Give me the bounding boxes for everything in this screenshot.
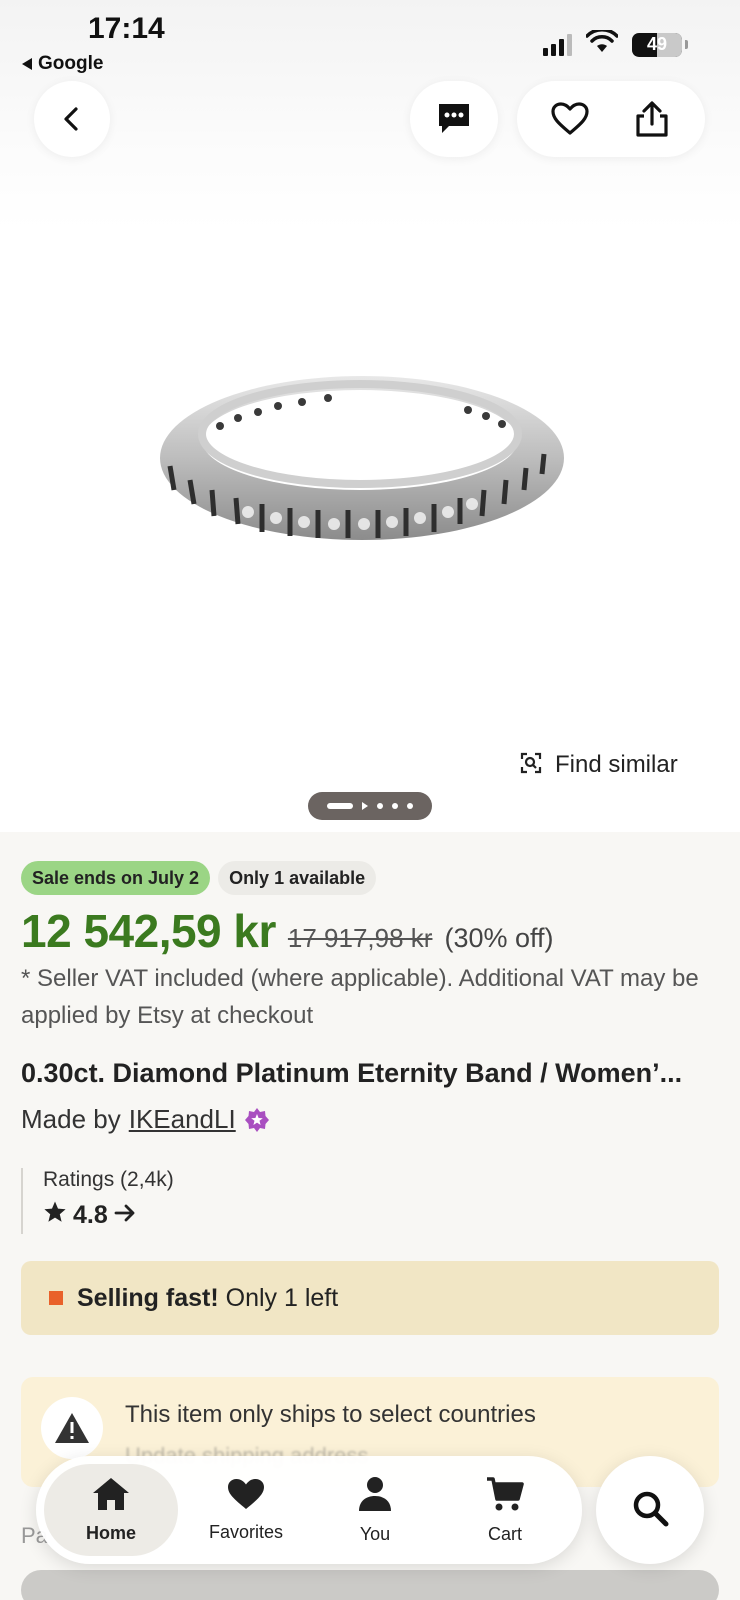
pager-current bbox=[327, 803, 353, 809]
selling-fast-bold: Selling fast! bbox=[77, 1283, 219, 1312]
search-icon bbox=[630, 1488, 670, 1533]
back-to-app[interactable]: Google bbox=[22, 53, 103, 75]
status-icons: 49 bbox=[543, 28, 688, 59]
ratings-label: Ratings (2,4k) bbox=[43, 1168, 174, 1191]
vat-note: * Seller VAT included (where applicable)… bbox=[21, 965, 699, 1029]
tab-favorites[interactable]: Favorites bbox=[179, 1464, 313, 1556]
listing-title[interactable]: 0.30ct. Diamond Platinum Eternity Band /… bbox=[21, 1058, 721, 1089]
find-similar-label: Find similar bbox=[555, 751, 678, 778]
person-icon bbox=[356, 1475, 394, 1518]
tab-you-label: You bbox=[359, 1524, 391, 1544]
tab-cart-label: Cart bbox=[487, 1524, 522, 1544]
favorite-share-group bbox=[517, 81, 705, 157]
shop-name-link[interactable]: IKEandLI bbox=[129, 1104, 236, 1135]
back-triangle-icon bbox=[22, 58, 32, 70]
warning-icon bbox=[41, 1397, 103, 1459]
search-button[interactable] bbox=[596, 1456, 704, 1564]
shipping-notice-text: This item only ships to select countries bbox=[125, 1401, 536, 1428]
battery-cap bbox=[685, 40, 688, 49]
rating-value: 4.8 bbox=[73, 1201, 108, 1229]
cart-icon bbox=[485, 1475, 525, 1518]
pager-dot bbox=[377, 803, 383, 809]
pager-dot bbox=[407, 803, 413, 809]
made-by-prefix: Made by bbox=[21, 1104, 121, 1134]
price-current: 12 542,59 kr bbox=[21, 905, 276, 957]
heart-outline-icon[interactable] bbox=[548, 97, 592, 141]
status-time: 17:14 bbox=[88, 12, 165, 45]
ring-image bbox=[150, 370, 580, 570]
message-seller-button[interactable] bbox=[410, 81, 498, 157]
tab-favorites-label: Favorites bbox=[208, 1522, 284, 1542]
tab-you[interactable]: You bbox=[308, 1464, 442, 1556]
pager-dot bbox=[392, 803, 398, 809]
listing-badges: Sale ends on July 2 Only 1 available bbox=[21, 861, 377, 895]
chat-bubble-icon bbox=[432, 97, 476, 141]
battery-icon: 49 bbox=[632, 32, 682, 57]
back-app-label: Google bbox=[38, 53, 104, 74]
star-seller-icon bbox=[244, 1107, 270, 1133]
back-button[interactable] bbox=[34, 81, 110, 157]
availability-badge: Only 1 available bbox=[218, 861, 377, 895]
ratings-block[interactable]: Ratings (2,4k) 4.8 bbox=[21, 1168, 174, 1234]
cellular-signal-icon bbox=[543, 33, 572, 56]
share-icon[interactable] bbox=[630, 97, 674, 141]
selling-fast-rest: Only 1 left bbox=[225, 1283, 339, 1312]
image-page-indicator[interactable] bbox=[308, 792, 432, 820]
tab-home[interactable]: Home bbox=[44, 1464, 178, 1556]
price-original: 17 917,98 kr bbox=[287, 923, 433, 953]
sale-badge: Sale ends on July 2 bbox=[21, 861, 211, 895]
visual-search-icon bbox=[519, 751, 543, 780]
heart-filled-icon bbox=[226, 1477, 266, 1516]
rating-value-row: 4.8 bbox=[43, 1200, 174, 1231]
tab-cart[interactable]: Cart bbox=[438, 1464, 572, 1556]
add-to-cart-strip[interactable] bbox=[21, 1570, 719, 1600]
arrow-right-icon bbox=[114, 1201, 136, 1230]
bottom-tab-bar: Home Favorites You Cart bbox=[36, 1456, 582, 1564]
home-icon bbox=[91, 1476, 131, 1517]
chevron-left-icon bbox=[50, 97, 94, 141]
price-row: 12 542,59 kr 17 917,98 kr (30% off) bbox=[21, 904, 554, 958]
star-icon bbox=[43, 1200, 67, 1231]
battery-level: 49 bbox=[646, 33, 668, 54]
price-discount: (30% off) bbox=[444, 923, 554, 953]
made-by-row: Made by IKEandLI bbox=[21, 1104, 270, 1135]
tab-home-label: Home bbox=[85, 1523, 136, 1543]
video-play-icon bbox=[362, 802, 368, 810]
find-similar-button[interactable]: Find similar bbox=[503, 737, 713, 793]
wifi-icon bbox=[585, 28, 619, 59]
selling-fast-banner: Selling fast! Only 1 left bbox=[21, 1261, 719, 1335]
urgency-marker-icon bbox=[49, 1291, 63, 1305]
